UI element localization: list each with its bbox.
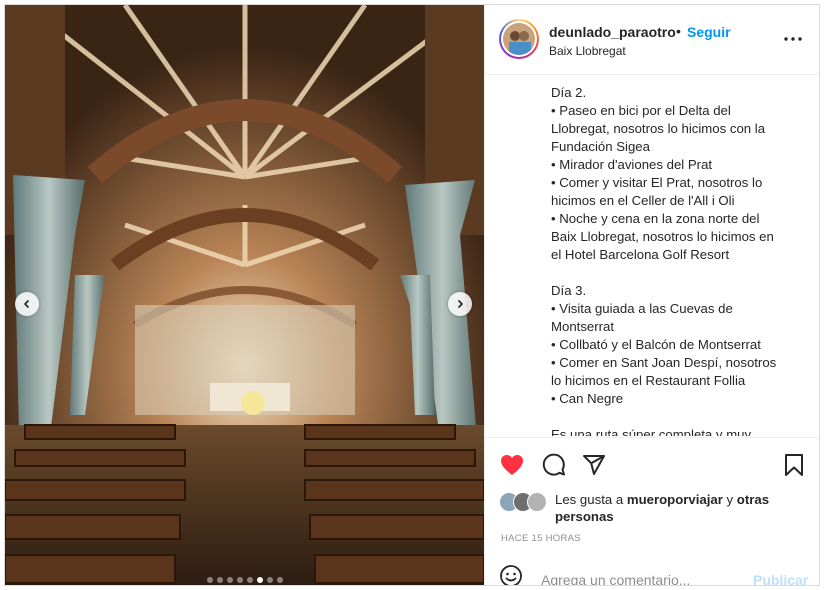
- avatar: [503, 23, 535, 55]
- post-timestamp[interactable]: HACE 15 HORAS: [501, 533, 581, 544]
- carousel-dot: [206, 577, 213, 583]
- comment-icon: [542, 453, 565, 476]
- instagram-post: deunlado_paraotro • Seguir Baix Llobrega…: [4, 4, 820, 586]
- carousel-dot: [266, 577, 273, 583]
- bookmark-icon: [785, 454, 803, 476]
- carousel-dot: [216, 577, 223, 583]
- caption-line: • Noche y cena en la zona norte del: [551, 211, 760, 226]
- post-username[interactable]: deunlado_paraotro: [549, 24, 676, 40]
- carousel-dot: [236, 577, 243, 583]
- comment-input[interactable]: [541, 572, 741, 585]
- more-horizontal-icon: [784, 37, 802, 41]
- caption-line: • Comer en Sant Joan Despí, nosotros: [551, 355, 777, 370]
- caption-line: el Hotel Barcelona Golf Resort: [551, 247, 730, 262]
- chevron-left-icon: [23, 299, 30, 309]
- caption-line: Día 2.: [551, 85, 587, 100]
- post-caption: Día 2. • Paseo en bici por el Delta del Ll…: [485, 76, 819, 436]
- save-button[interactable]: [781, 452, 807, 478]
- post-photo[interactable]: [5, 5, 484, 585]
- carousel-dot: [256, 577, 263, 583]
- post-actions: Les gusta a mueroporviajar y otras perso…: [485, 437, 819, 585]
- caption-line: • Visita guiada a las Cuevas de: [551, 301, 733, 316]
- caption-line: Baix Llobregat, nosotros lo hicimos en: [551, 229, 774, 244]
- previous-photo-button[interactable]: [15, 292, 39, 316]
- carousel-indicator: [5, 577, 484, 583]
- caption-line: • Mirador d'aviones del Prat: [551, 157, 713, 172]
- caption-line: hicimos en el Celler de l'All i Oli: [551, 193, 735, 208]
- heart-filled-icon: [501, 455, 523, 475]
- avatar: [527, 492, 547, 512]
- like-button[interactable]: [499, 452, 525, 478]
- caption-line: Es una ruta súper completa y muy: [551, 427, 752, 436]
- send-icon: [583, 455, 605, 475]
- separator-dot: •: [676, 23, 681, 39]
- caption-line: • Collbató y el Balcón de Montserrat: [551, 337, 761, 352]
- other-likers-link[interactable]: otras: [737, 492, 769, 507]
- emoji-button[interactable]: [499, 564, 525, 585]
- carousel-dot: [246, 577, 253, 583]
- next-photo-button[interactable]: [448, 292, 472, 316]
- caption-line: Día 3.: [551, 283, 587, 298]
- caption-line: Fundación Sigea: [551, 139, 650, 154]
- post-header: deunlado_paraotro • Seguir Baix Llobrega…: [485, 5, 819, 75]
- caption-line: • Comer y visitar El Prat, nosotros lo: [551, 175, 763, 190]
- post-details-panel: deunlado_paraotro • Seguir Baix Llobrega…: [484, 5, 819, 585]
- share-button[interactable]: [581, 452, 607, 478]
- emoji-icon: [500, 565, 522, 585]
- caption-line: Llobregat, nosotros lo hicimos con la: [551, 121, 766, 136]
- carousel-dot: [226, 577, 233, 583]
- likers-avatars[interactable]: [499, 492, 553, 514]
- carousel-dot: [276, 577, 283, 583]
- post-location[interactable]: Baix Llobregat: [549, 44, 626, 58]
- liker-username[interactable]: mueroporviajar: [627, 492, 723, 507]
- publish-button[interactable]: Publicar: [753, 572, 808, 585]
- comment-button[interactable]: [541, 452, 567, 478]
- caption-line: Montserrat: [551, 319, 615, 334]
- follow-button[interactable]: Seguir: [687, 24, 731, 40]
- chevron-right-icon: [457, 299, 464, 309]
- caption-line: lo hicimos en el Restaurant Follia: [551, 373, 746, 388]
- other-likers-link-continued[interactable]: personas: [555, 509, 614, 524]
- story-ring[interactable]: [499, 19, 539, 59]
- more-options-button[interactable]: [781, 27, 805, 51]
- caption-line: • Paseo en bici por el Delta del: [551, 103, 731, 118]
- crypt-interior-image: [5, 5, 484, 585]
- likes-summary: Les gusta a mueroporviajar y otras: [555, 492, 770, 507]
- caption-line: • Can Negre: [551, 391, 624, 406]
